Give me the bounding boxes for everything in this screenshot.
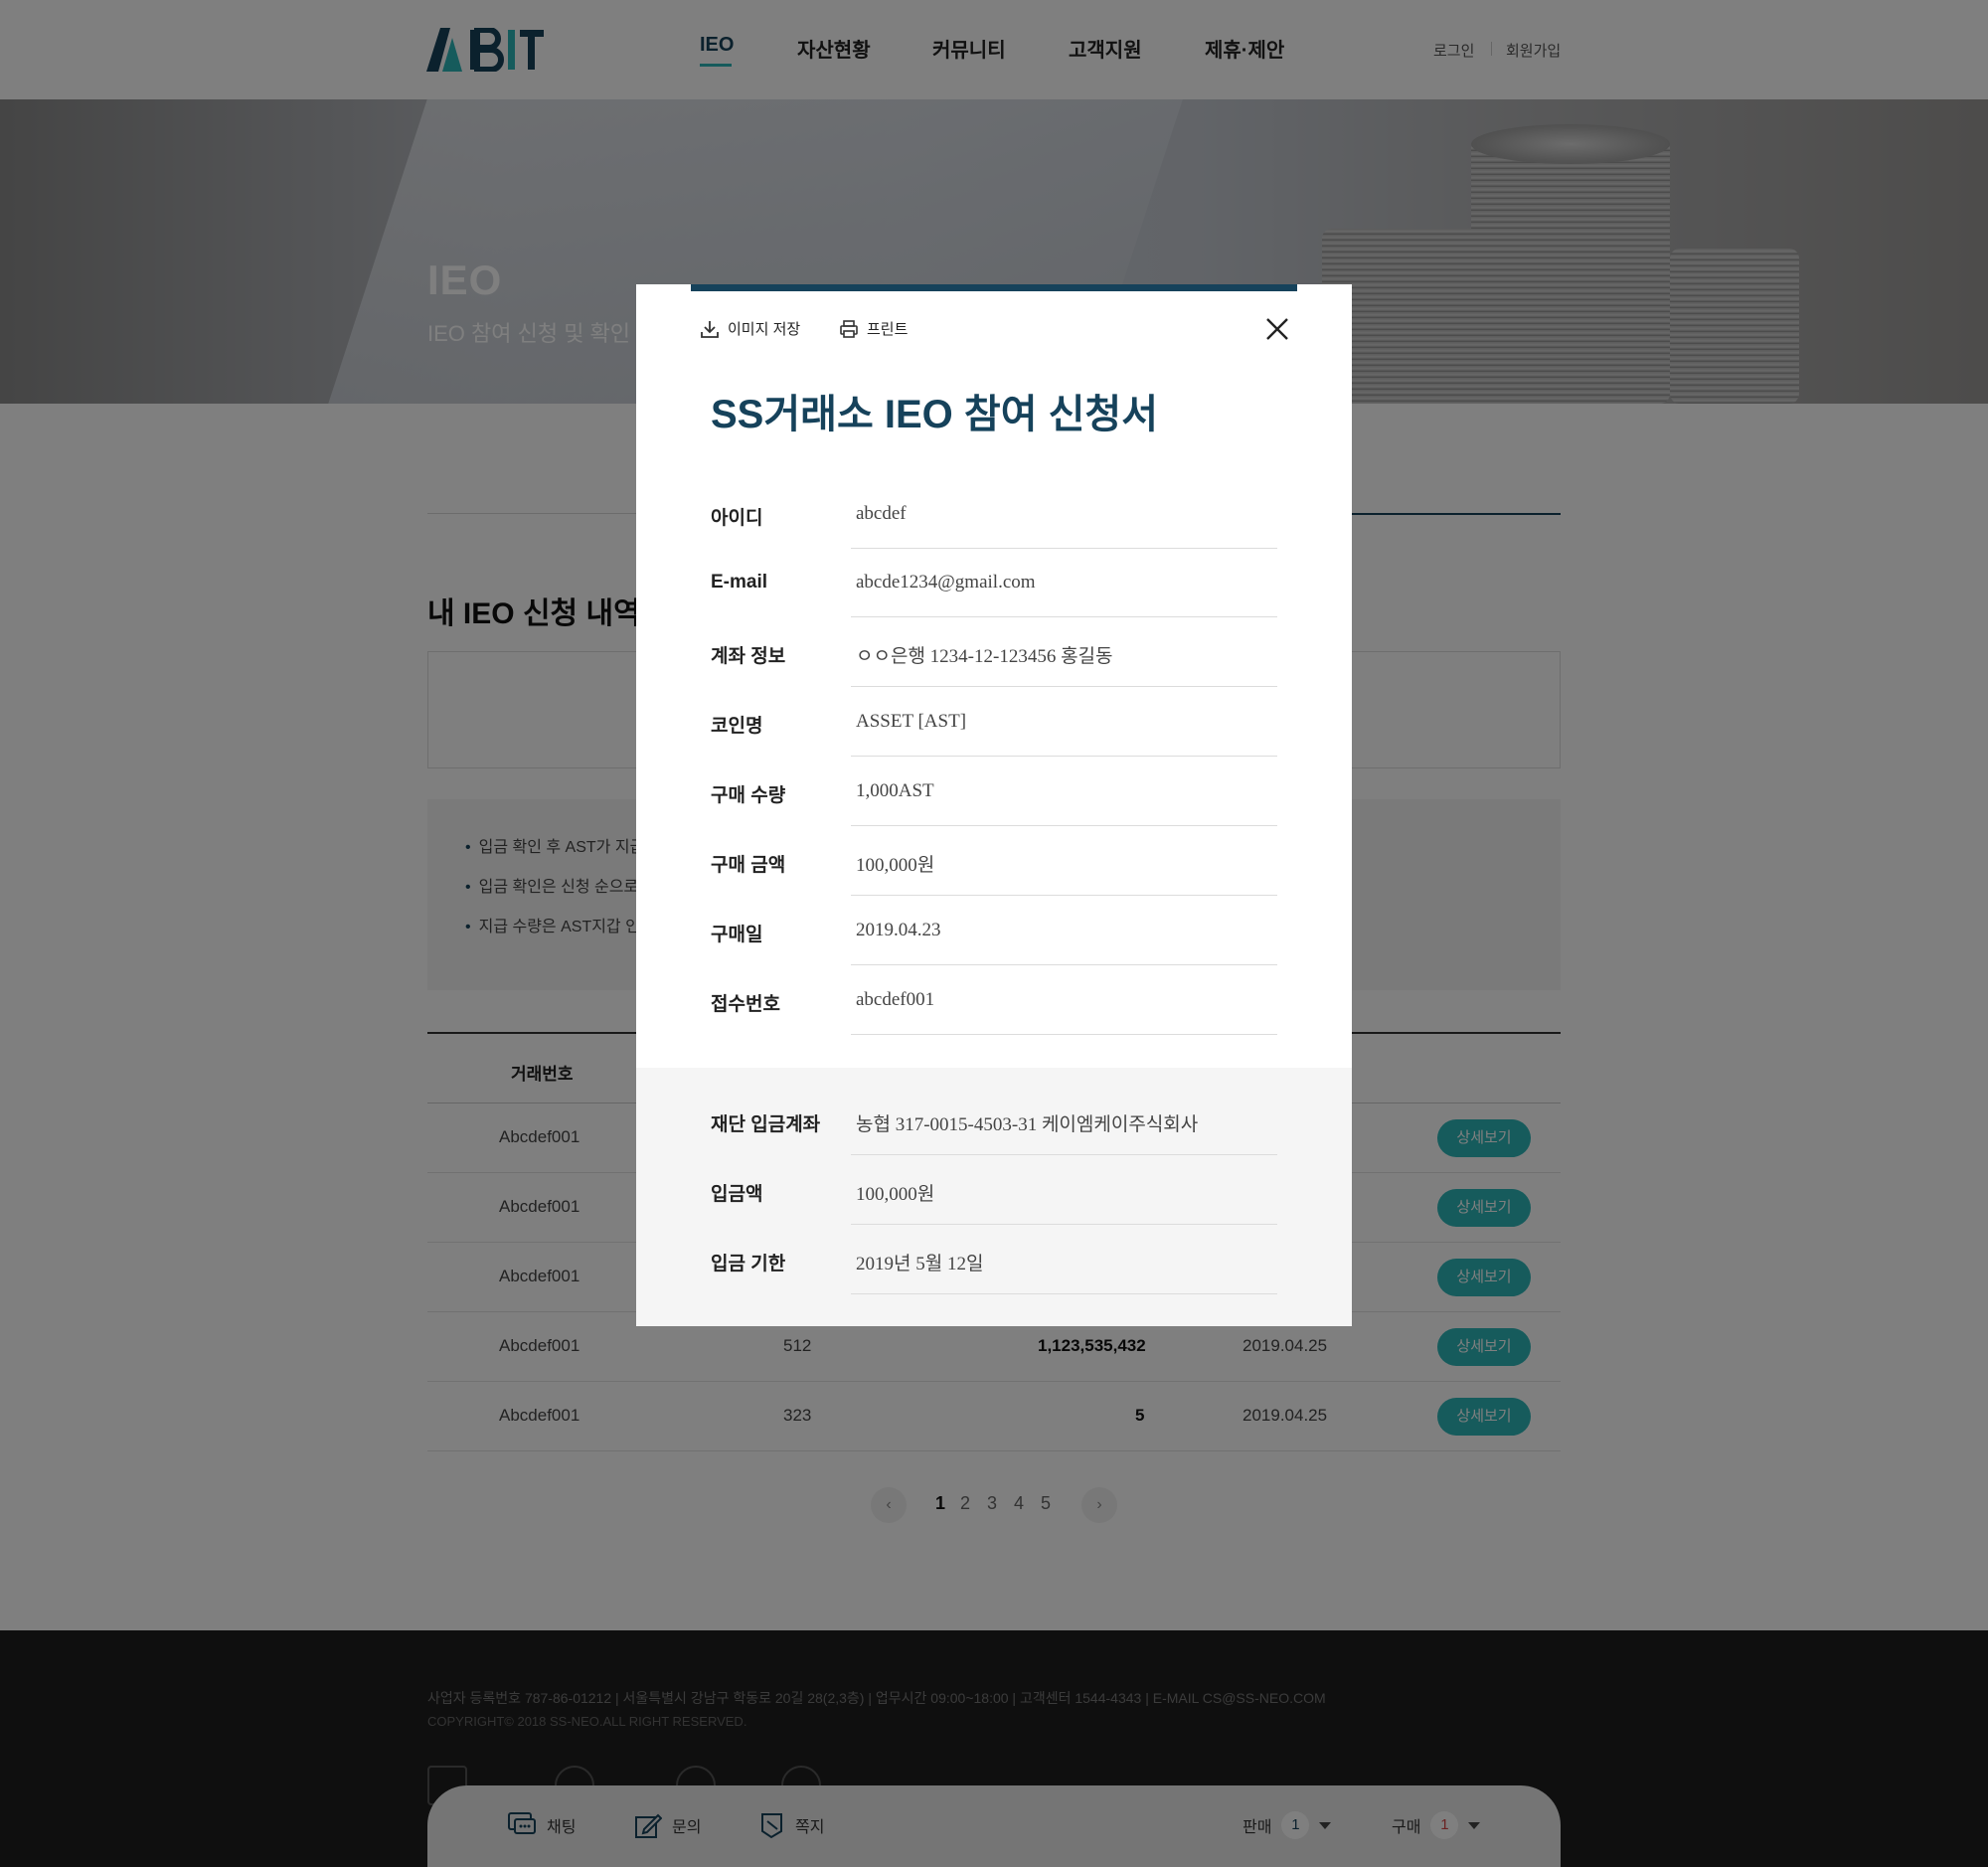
field-row-quantity: 구매 수량 1,000AST [711, 757, 1277, 826]
field-value: abcde1234@gmail.com [856, 572, 1036, 593]
field-value: 2019.04.23 [856, 920, 941, 940]
field-label: 구매 수량 [711, 785, 786, 806]
field-value: 2019년 5월 12일 [856, 1254, 984, 1274]
field-label: 입금 기한 [711, 1254, 786, 1274]
field-row-amount: 구매 금액 100,000원 [711, 826, 1277, 896]
print-label: 프린트 [867, 321, 909, 338]
field-value: 100,000원 [856, 1184, 935, 1205]
field-label: 아이디 [711, 508, 763, 529]
close-icon[interactable] [1262, 314, 1292, 344]
field-value: ㅇㅇ은행 1234-12-123456 홍길동 [856, 646, 1113, 667]
field-row-email: E-mail abcde1234@gmail.com [711, 548, 1277, 617]
download-icon [701, 320, 719, 338]
deposit-info-section: 재단 입금계좌 농협 317-0015-4503-31 케이엠케이주식회사 입금… [636, 1068, 1352, 1326]
print-button[interactable]: 프린트 [839, 318, 908, 339]
field-label: 접수번호 [711, 994, 780, 1015]
field-row-deposit-account: 재단 입금계좌 농협 317-0015-4503-31 케이엠케이주식회사 [711, 1086, 1277, 1155]
save-image-label: 이미지 저장 [728, 321, 801, 338]
field-value: abcdef001 [856, 989, 935, 1010]
field-row-receipt: 접수번호 abcdef001 [711, 965, 1277, 1035]
field-row-account: 계좌 정보 ㅇㅇ은행 1234-12-123456 홍길동 [711, 617, 1277, 687]
field-row-deposit-amount: 입금액 100,000원 [711, 1155, 1277, 1225]
field-divider [851, 1034, 1277, 1035]
print-icon [840, 319, 858, 338]
field-value: 1,000AST [856, 780, 934, 801]
field-value: 100,000원 [856, 855, 935, 876]
field-label: 재단 입금계좌 [711, 1114, 821, 1135]
field-value: ASSET [AST] [856, 711, 967, 732]
modal-accent-bar [691, 284, 1297, 291]
field-label: 계좌 정보 [711, 646, 786, 667]
field-row-date: 구매일 2019.04.23 [711, 896, 1277, 965]
field-label: E-mail [711, 572, 768, 593]
field-row-coin: 코인명 ASSET [AST] [711, 687, 1277, 757]
field-label: 입금액 [711, 1184, 763, 1205]
save-image-button[interactable]: 이미지 저장 [700, 318, 800, 339]
field-row-id: 아이디 abcdef [711, 479, 1277, 549]
field-row-deposit-deadline: 입금 기한 2019년 5월 12일 [711, 1225, 1277, 1294]
modal-title: SS거래소 IEO 참여 신청서 [711, 393, 1159, 436]
field-divider [851, 1293, 1277, 1294]
field-value: abcdef [856, 503, 907, 524]
field-label: 구매일 [711, 925, 763, 945]
field-value: 농협 317-0015-4503-31 케이엠케이주식회사 [856, 1114, 1199, 1135]
ieo-application-modal: 이미지 저장 프린트 SS거래소 IEO 참여 신청서 아이디 abcdef E… [636, 284, 1352, 1326]
field-label: 구매 금액 [711, 855, 786, 876]
field-label: 코인명 [711, 716, 763, 737]
